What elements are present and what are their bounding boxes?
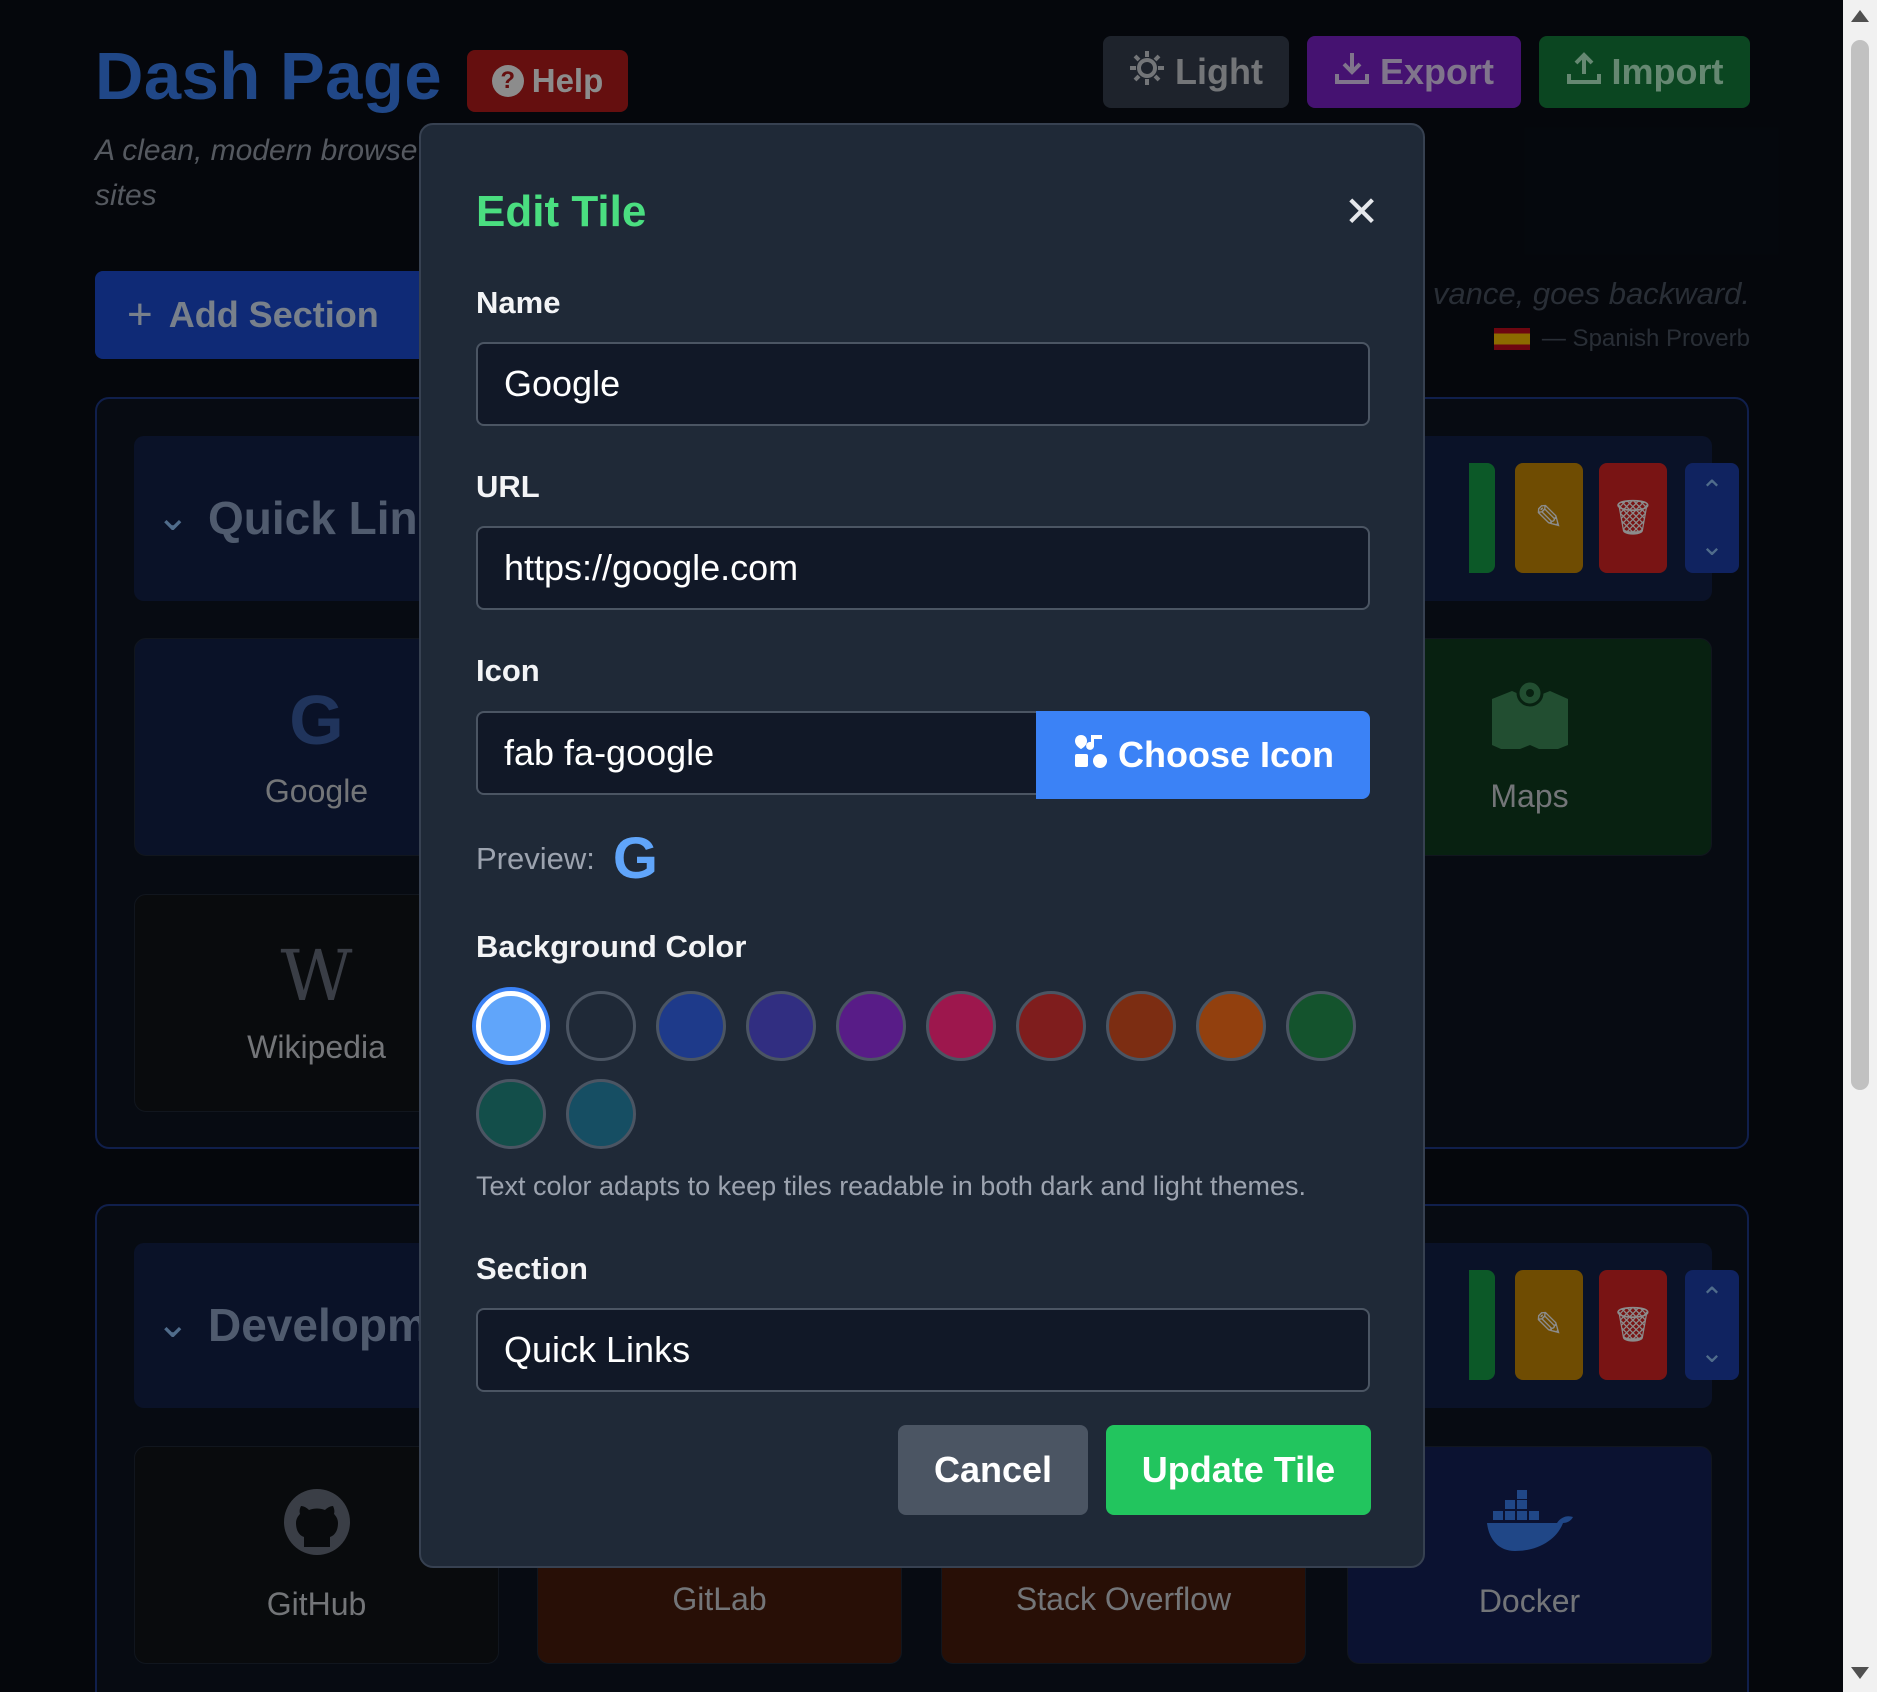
background-color-label: Background Color: [476, 929, 747, 964]
color-swatch[interactable]: [476, 991, 546, 1061]
color-swatch[interactable]: [1286, 991, 1356, 1061]
scroll-down-arrow-icon[interactable]: [1851, 1667, 1869, 1679]
scroll-up-arrow-icon[interactable]: [1851, 10, 1869, 22]
color-hint: Text color adapts to keep tiles readable…: [476, 1171, 1306, 1201]
choose-icon-button[interactable]: Choose Icon: [1036, 711, 1370, 799]
icons-icon: [1072, 732, 1110, 779]
url-input[interactable]: https://google.com: [476, 526, 1370, 610]
icon-label: Icon: [476, 653, 540, 688]
section-select[interactable]: Quick Links: [476, 1308, 1370, 1392]
update-tile-button[interactable]: Update Tile: [1106, 1425, 1371, 1515]
color-swatch[interactable]: [1016, 991, 1086, 1061]
edit-tile-modal: Edit Tile ✕ Name Google URL https://goog…: [419, 123, 1425, 1568]
scroll-thumb[interactable]: [1851, 40, 1869, 1090]
close-icon[interactable]: ✕: [1344, 187, 1379, 236]
color-swatch[interactable]: [926, 991, 996, 1061]
preview-label: Preview:: [476, 840, 595, 876]
cancel-button[interactable]: Cancel: [898, 1425, 1088, 1515]
icon-input[interactable]: fab fa-google: [476, 711, 1038, 795]
section-label: Section: [476, 1251, 588, 1286]
color-swatch[interactable]: [746, 991, 816, 1061]
modal-title: Edit Tile: [476, 187, 647, 236]
url-label: URL: [476, 469, 540, 504]
color-swatch[interactable]: [476, 1079, 546, 1149]
color-swatch[interactable]: [836, 991, 906, 1061]
color-swatches: [476, 991, 1376, 1149]
color-swatch[interactable]: [656, 991, 726, 1061]
vertical-scrollbar[interactable]: [1843, 0, 1877, 1692]
name-input[interactable]: Google: [476, 342, 1370, 426]
color-swatch[interactable]: [1106, 991, 1176, 1061]
color-swatch[interactable]: [566, 991, 636, 1061]
name-label: Name: [476, 285, 561, 320]
color-swatch[interactable]: [566, 1079, 636, 1149]
icon-preview: Preview: G: [476, 825, 658, 892]
color-swatch[interactable]: [1196, 991, 1266, 1061]
choose-icon-label: Choose Icon: [1117, 734, 1335, 775]
google-icon: G: [612, 826, 658, 891]
